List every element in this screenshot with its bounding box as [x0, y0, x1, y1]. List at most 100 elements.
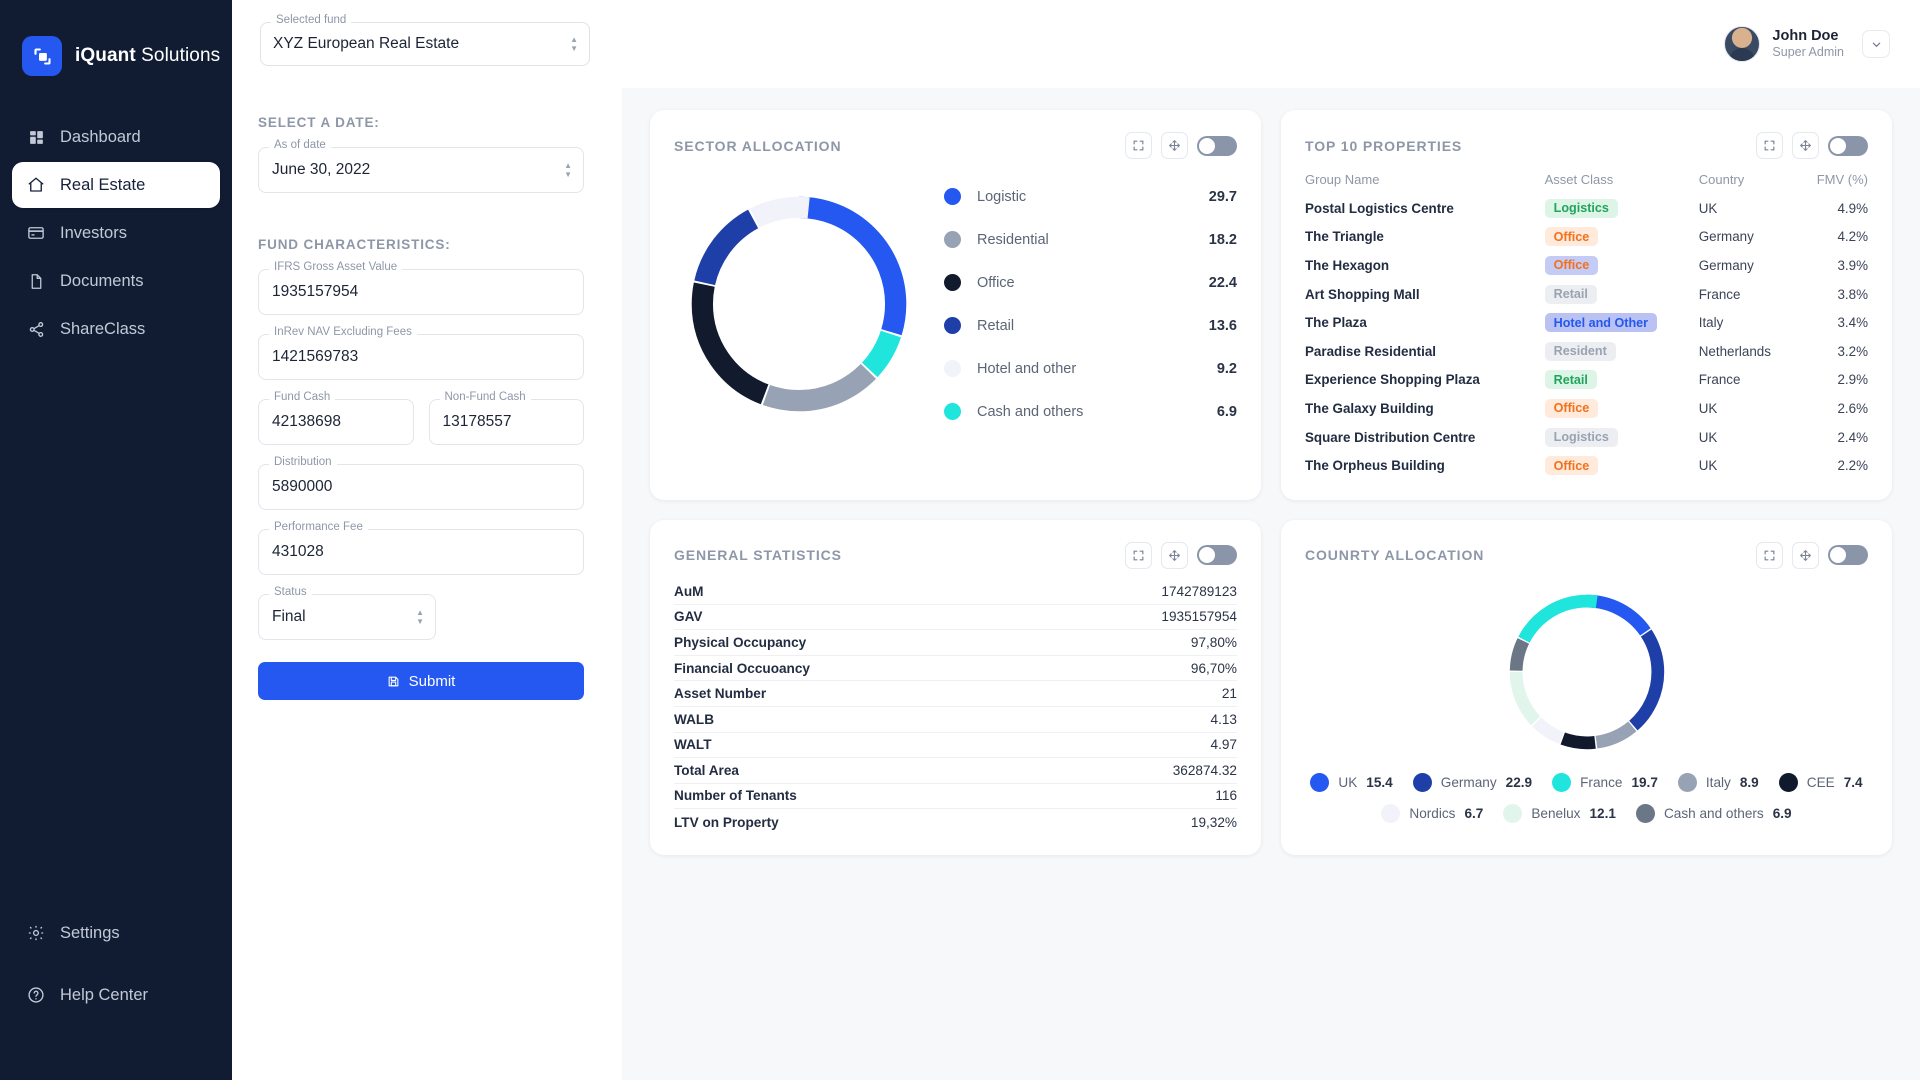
cell-name: The Orpheus Building — [1305, 458, 1445, 474]
card-tools — [1756, 132, 1868, 159]
stat-key: Financial Occuoancy — [674, 660, 810, 676]
legend-item: Retail 13.6 — [944, 304, 1237, 347]
cell-fmv: 3.4% — [1837, 315, 1868, 331]
table-row[interactable]: Art Shopping Mall Retail France 3.8% — [1305, 280, 1868, 309]
sidebar-bottom-nav: Settings Help Center — [0, 910, 232, 1080]
legend-color-dot — [1310, 772, 1330, 792]
legend-value: 18.2 — [1208, 231, 1237, 248]
expand-icon[interactable] — [1756, 132, 1783, 159]
table-row[interactable]: The Orpheus Building Office UK 2.2% — [1305, 451, 1868, 480]
country-legend-row: UK 15.4 Germany 22.9 France 19.7 Italy 8.9 C… — [1305, 772, 1868, 792]
sidebar-item-help-center[interactable]: Help Center — [12, 972, 220, 1018]
expand-icon[interactable] — [1125, 541, 1152, 569]
legend-label: Cash and others — [977, 403, 1084, 420]
content-body: SELECT A DATE: As of date June 30, 2022 … — [232, 88, 1920, 1080]
sidebar-item-settings[interactable]: Settings — [12, 910, 220, 956]
non-fund-cash-field[interactable]: Non-Fund Cash 13178557 — [428, 391, 584, 445]
ifrs-gross-asset-value-field[interactable]: IFRS Gross Asset Value 1935157954 — [258, 261, 584, 315]
expand-icon[interactable] — [1756, 541, 1783, 569]
table-row[interactable]: The Galaxy Building Office UK 2.6% — [1305, 394, 1868, 423]
cell-asset-class: Retail — [1544, 366, 1699, 395]
legend-label: Office — [977, 274, 1015, 291]
field-value: 1935157954 — [272, 283, 359, 300]
legend-color-dot — [1552, 772, 1572, 792]
sidebar-item-shareclass[interactable]: ShareClass — [12, 306, 220, 352]
legend-color-dot — [1412, 772, 1432, 792]
stats-toggle[interactable] — [1197, 545, 1237, 566]
legend-label: Residential — [977, 231, 1049, 248]
move-icon[interactable] — [1792, 132, 1819, 159]
fund-select[interactable]: Selected fund XYZ European Real Estate ▲… — [260, 14, 590, 66]
legend-item: CEE 7.4 — [1778, 772, 1863, 792]
sidebar-item-dashboard[interactable]: Dashboard — [12, 114, 220, 160]
legend-item: Office 22.4 — [944, 261, 1237, 304]
legend-value: 9.2 — [1216, 360, 1237, 377]
status-badge: Retail — [1544, 370, 1597, 390]
as-of-date-select[interactable]: As of date June 30, 2022 ▲ ▼ — [258, 139, 584, 193]
legend-item: Germany 22.9 — [1412, 772, 1532, 792]
legend-label: Retail — [977, 317, 1015, 334]
column-header-fmv: FMV (%) — [1816, 172, 1868, 187]
legend-item: Cash and others 6.9 — [1635, 803, 1792, 823]
stat-row: WALT 4.97 — [674, 733, 1237, 759]
cell-asset-class: Logistics — [1544, 194, 1699, 223]
cell-fmv: 4.9% — [1837, 200, 1868, 216]
top10-toggle[interactable] — [1828, 135, 1868, 156]
sidebar-item-label: ShareClass — [60, 319, 146, 338]
field-value: Final — [272, 608, 306, 625]
fund-select-value: XYZ European Real Estate — [273, 35, 460, 52]
table-row[interactable]: The Triangle Office Germany 4.2% — [1305, 223, 1868, 252]
stat-value: 1742789123 — [1161, 583, 1237, 599]
fund-cash-field[interactable]: Fund Cash 42138698 — [258, 391, 414, 445]
table-row[interactable]: The Hexagon Office Germany 3.9% — [1305, 251, 1868, 280]
move-icon[interactable] — [1161, 541, 1188, 569]
table-row[interactable]: Square Distribution Centre Logistics UK 2.4… — [1305, 423, 1868, 452]
expand-icon[interactable] — [1125, 132, 1152, 159]
main-area: Selected fund XYZ European Real Estate ▲… — [232, 0, 1920, 1080]
sidebar-item-investors[interactable]: Investors — [12, 210, 220, 256]
cell-asset-class: Logistics — [1544, 423, 1699, 452]
stat-value: 97,80% — [1190, 634, 1237, 650]
table-row[interactable]: The Plaza Hotel and Other Italy 3.4% — [1305, 308, 1868, 337]
help-circle-icon — [26, 985, 46, 1005]
legend-color-dot — [944, 274, 961, 291]
profile-dropdown-button[interactable] — [1862, 30, 1890, 58]
legend-label: CEE — [1806, 774, 1835, 790]
inrev-nav-excluding-fees-field[interactable]: InRev NAV Excluding Fees 1421569783 — [258, 326, 584, 380]
legend-item: Cash and others 6.9 — [944, 390, 1237, 433]
table-row[interactable]: Paradise Residential Resident Netherlands 3… — [1305, 337, 1868, 366]
card-header: GENERAL STATISTICS — [674, 541, 1237, 569]
move-icon[interactable] — [1792, 541, 1819, 569]
status-select[interactable]: Status Final ▲ ▼ — [258, 586, 436, 640]
distribution-field[interactable]: Distribution 5890000 — [258, 456, 584, 510]
cell-name: The Galaxy Building — [1305, 400, 1434, 416]
field-label: Non-Fund Cash — [439, 391, 531, 404]
performance-fee-field[interactable]: Performance Fee 431028 — [258, 521, 584, 575]
avatar — [1724, 26, 1761, 62]
cell-fmv: 2.4% — [1837, 429, 1868, 445]
sector-allocation-card: SECTOR ALLOCATION Logistic 29.7 Resident… — [650, 110, 1261, 500]
table-header-row: Group Name Asset Class Country FMV (%) — [1305, 169, 1868, 194]
user-profile[interactable]: John Doe Super Admin — [1724, 26, 1890, 62]
brand-name-light: Solutions — [135, 45, 221, 66]
submit-button[interactable]: Submit — [258, 662, 584, 700]
sector-toggle[interactable] — [1197, 135, 1237, 156]
cell-fmv: 3.9% — [1837, 257, 1868, 273]
sidebar-item-label: Settings — [60, 923, 120, 942]
cell-country: Netherlands — [1698, 343, 1771, 359]
legend-color-dot — [1381, 803, 1401, 823]
table-row[interactable]: Postal Logistics Centre Logistics UK 4.9% — [1305, 194, 1868, 223]
sidebar-item-label: Help Center — [60, 985, 149, 1004]
sidebar-item-documents[interactable]: Documents — [12, 258, 220, 304]
legend-label: Nordics — [1409, 805, 1456, 821]
grid-icon — [26, 127, 46, 147]
table-row[interactable]: Experience Shopping Plaza Retail France 2.9… — [1305, 366, 1868, 395]
move-icon[interactable] — [1161, 132, 1188, 159]
cell-name: Paradise Residential — [1305, 343, 1436, 359]
legend-value: 12.1 — [1589, 805, 1616, 821]
card-title: COUNRTY ALLOCATION — [1305, 547, 1485, 564]
country-toggle[interactable] — [1828, 545, 1868, 566]
stat-value: 4.13 — [1210, 711, 1237, 727]
sidebar-item-real-estate[interactable]: Real Estate — [12, 162, 220, 208]
cell-asset-class: Office — [1544, 451, 1699, 480]
